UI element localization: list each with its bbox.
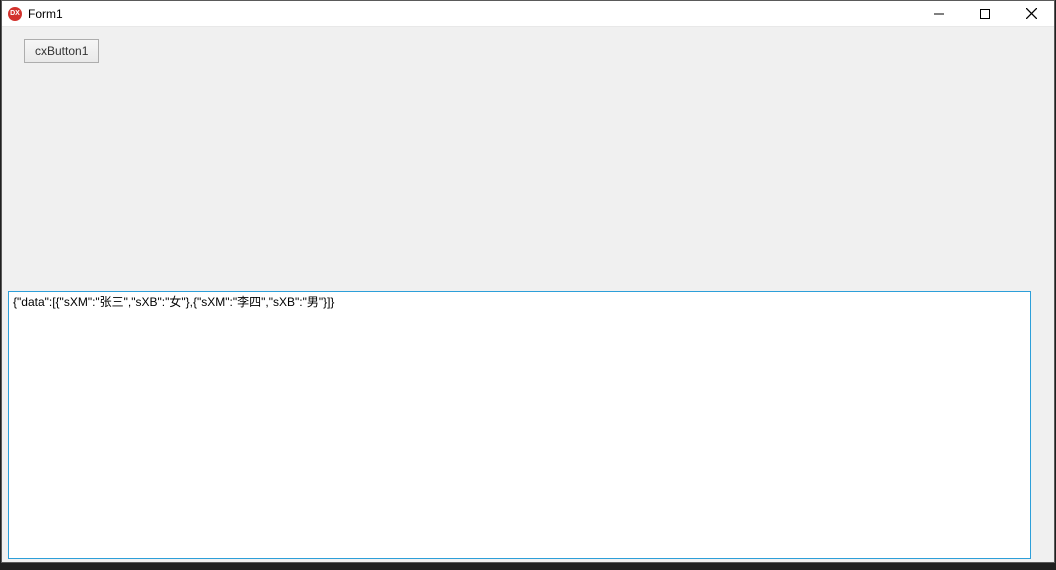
client-area: cxButton1: [2, 27, 1054, 562]
memo-output[interactable]: [8, 291, 1031, 559]
maximize-button[interactable]: [962, 1, 1008, 26]
close-button[interactable]: [1008, 1, 1054, 26]
app-window: DX Form1 cxButton1: [1, 0, 1055, 563]
close-icon: [1026, 8, 1037, 19]
app-icon: DX: [8, 7, 22, 21]
window-title: Form1: [28, 7, 916, 21]
minimize-button[interactable]: [916, 1, 962, 26]
cx-button-1[interactable]: cxButton1: [24, 39, 99, 63]
titlebar[interactable]: DX Form1: [2, 1, 1054, 27]
window-controls: [916, 1, 1054, 26]
maximize-icon: [980, 9, 990, 19]
minimize-icon: [934, 9, 944, 19]
